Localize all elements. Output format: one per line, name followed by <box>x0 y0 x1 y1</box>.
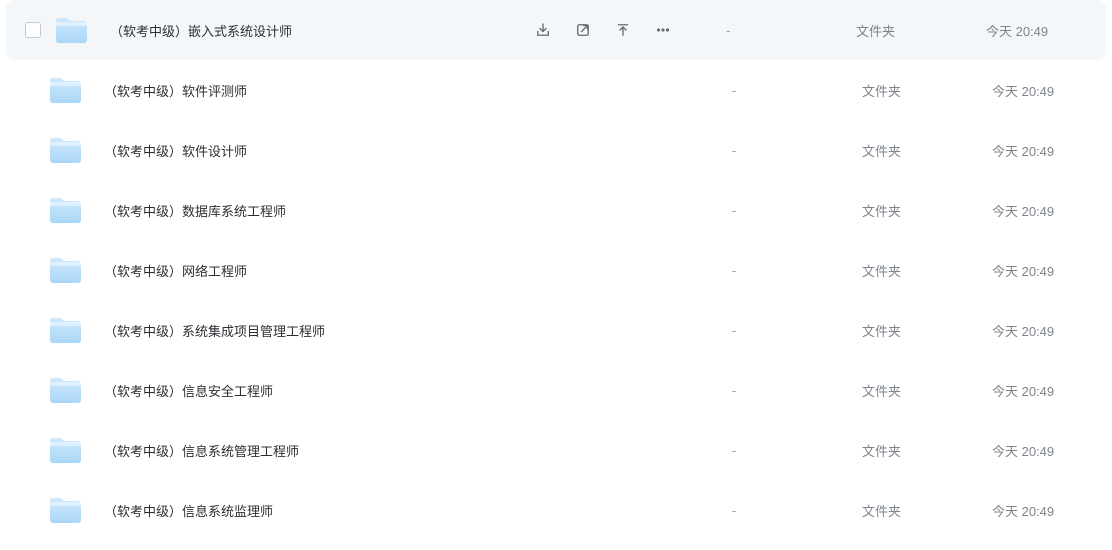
more-button[interactable] <box>654 21 672 39</box>
file-row[interactable]: （软考中级）网络工程师-文件夹今天 20:49 <box>0 240 1112 300</box>
icon-column <box>44 136 96 164</box>
file-size: - <box>732 383 862 398</box>
file-time: 今天 20:49 <box>992 81 1102 100</box>
file-time: 今天 20:49 <box>992 501 1102 520</box>
icon-column <box>44 76 96 104</box>
file-name[interactable]: （软考中级）网络工程师 <box>96 261 732 280</box>
file-row[interactable]: （软考中级）数据库系统工程师-文件夹今天 20:49 <box>0 180 1112 240</box>
folder-icon <box>48 436 82 464</box>
download-button[interactable] <box>534 21 552 39</box>
file-name[interactable]: （软考中级）软件设计师 <box>96 141 732 160</box>
file-type: 文件夹 <box>862 141 992 160</box>
folder-icon <box>48 256 82 284</box>
icon-column <box>44 256 96 284</box>
file-name[interactable]: （软考中级）数据库系统工程师 <box>96 201 732 220</box>
folder-icon <box>48 376 82 404</box>
file-type: 文件夹 <box>862 321 992 340</box>
file-size: - <box>732 203 862 218</box>
folder-icon <box>48 136 82 164</box>
file-name[interactable]: （软考中级）软件评测师 <box>96 81 732 100</box>
file-row[interactable]: （软考中级）嵌入式系统设计师 -文件夹今天 20:49 <box>6 0 1106 60</box>
file-row[interactable]: （软考中级）信息系统监理师-文件夹今天 20:49 <box>0 480 1112 540</box>
file-size: - <box>732 143 862 158</box>
icon-column <box>44 436 96 464</box>
file-row[interactable]: （软考中级）信息系统管理工程师-文件夹今天 20:49 <box>0 420 1112 480</box>
file-time: 今天 20:49 <box>992 201 1102 220</box>
file-size: - <box>732 443 862 458</box>
share-button[interactable] <box>574 21 592 39</box>
folder-icon <box>48 496 82 524</box>
file-row[interactable]: （软考中级）软件评测师-文件夹今天 20:49 <box>0 60 1112 120</box>
file-size: - <box>726 23 856 38</box>
file-type: 文件夹 <box>856 21 986 40</box>
file-type: 文件夹 <box>862 201 992 220</box>
file-time: 今天 20:49 <box>986 21 1096 40</box>
file-list: （软考中级）嵌入式系统设计师 -文件夹今天 20:49 （软考中级）软件评测师-… <box>0 0 1112 540</box>
folder-icon <box>48 316 82 344</box>
checkbox-column <box>16 22 50 38</box>
file-size: - <box>732 323 862 338</box>
file-time: 今天 20:49 <box>992 441 1102 460</box>
move-top-button[interactable] <box>614 21 632 39</box>
file-type: 文件夹 <box>862 501 992 520</box>
icon-column <box>44 316 96 344</box>
file-name[interactable]: （软考中级）系统集成项目管理工程师 <box>96 321 732 340</box>
file-size: - <box>732 503 862 518</box>
file-time: 今天 20:49 <box>992 141 1102 160</box>
file-time: 今天 20:49 <box>992 381 1102 400</box>
file-type: 文件夹 <box>862 261 992 280</box>
folder-icon <box>48 76 82 104</box>
row-checkbox[interactable] <box>25 22 41 38</box>
icon-column <box>44 376 96 404</box>
folder-icon <box>54 16 88 44</box>
file-type: 文件夹 <box>862 441 992 460</box>
file-name[interactable]: （软考中级）信息系统监理师 <box>96 501 732 520</box>
file-type: 文件夹 <box>862 381 992 400</box>
row-actions <box>534 21 716 39</box>
icon-column <box>44 496 96 524</box>
file-time: 今天 20:49 <box>992 261 1102 280</box>
file-size: - <box>732 263 862 278</box>
file-name[interactable]: （软考中级）信息安全工程师 <box>96 381 732 400</box>
icon-column <box>50 16 102 44</box>
file-size: - <box>732 83 862 98</box>
file-time: 今天 20:49 <box>992 321 1102 340</box>
file-row[interactable]: （软考中级）信息安全工程师-文件夹今天 20:49 <box>0 360 1112 420</box>
file-type: 文件夹 <box>862 81 992 100</box>
icon-column <box>44 196 96 224</box>
file-row[interactable]: （软考中级）软件设计师-文件夹今天 20:49 <box>0 120 1112 180</box>
file-name[interactable]: （软考中级）信息系统管理工程师 <box>96 441 732 460</box>
file-row[interactable]: （软考中级）系统集成项目管理工程师-文件夹今天 20:49 <box>0 300 1112 360</box>
folder-icon <box>48 196 82 224</box>
